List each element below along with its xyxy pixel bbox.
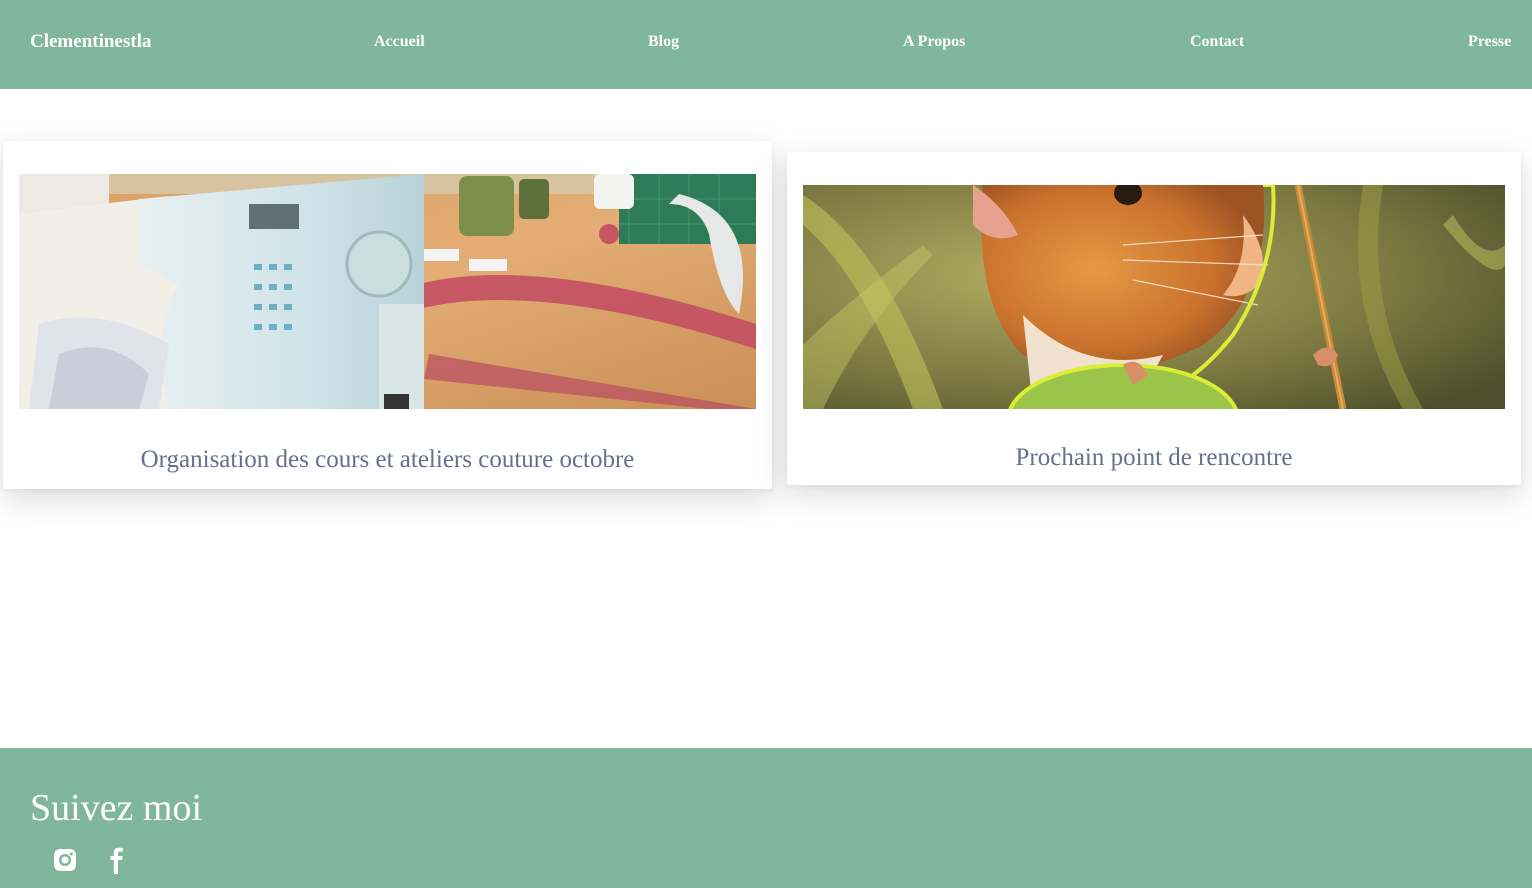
nav-item-blog[interactable]: Blog (648, 33, 679, 51)
mouse-illustration-icon (803, 185, 1505, 409)
facebook-icon (110, 847, 123, 874)
post-image-sewing[interactable] (19, 174, 756, 409)
instagram-icon (54, 849, 76, 871)
post-card-1[interactable]: Organisation des cours et ateliers coutu… (3, 141, 772, 489)
facebook-link[interactable] (104, 845, 130, 875)
post-image-mouse[interactable] (803, 185, 1505, 409)
post-title[interactable]: Prochain point de rencontre (787, 444, 1521, 472)
post-title[interactable]: Organisation des cours et ateliers coutu… (3, 446, 772, 474)
nav-item-a-propos[interactable]: A Propos (903, 33, 965, 51)
nav-item-presse[interactable]: Presse (1468, 33, 1511, 51)
nav-item-accueil[interactable]: Accueil (374, 33, 425, 51)
sewing-machine-photo-icon (19, 174, 756, 409)
instagram-link[interactable] (52, 845, 78, 875)
site-footer: Suivez moi (0, 748, 1532, 888)
site-brand-link[interactable]: Clementinestla (30, 31, 151, 53)
site-header: Clementinestla Accueil Blog A Propos Con… (0, 0, 1532, 89)
footer-heading: Suivez moi (30, 787, 203, 829)
post-card-2[interactable]: Prochain point de rencontre (787, 152, 1521, 485)
nav-item-contact[interactable]: Contact (1190, 33, 1244, 51)
